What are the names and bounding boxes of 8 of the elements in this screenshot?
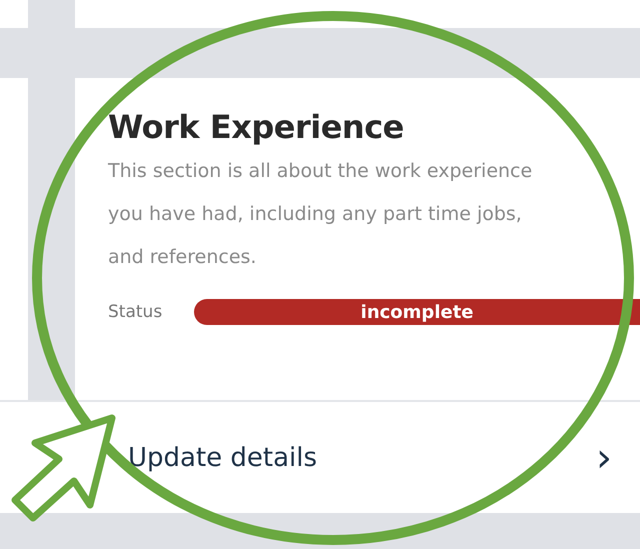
status-badge: incomplete [194, 299, 640, 325]
status-label: Status [108, 302, 162, 322]
update-details-link[interactable]: Update details [128, 442, 318, 472]
section-description: This section is all about the work experience you have had, including any part time jobs, and references. [108, 159, 534, 270]
pointer-arrow-icon [12, 414, 116, 522]
chevron-text: › [596, 438, 612, 478]
card-background [0, 0, 28, 28]
section-title: Work Experience [108, 108, 405, 146]
